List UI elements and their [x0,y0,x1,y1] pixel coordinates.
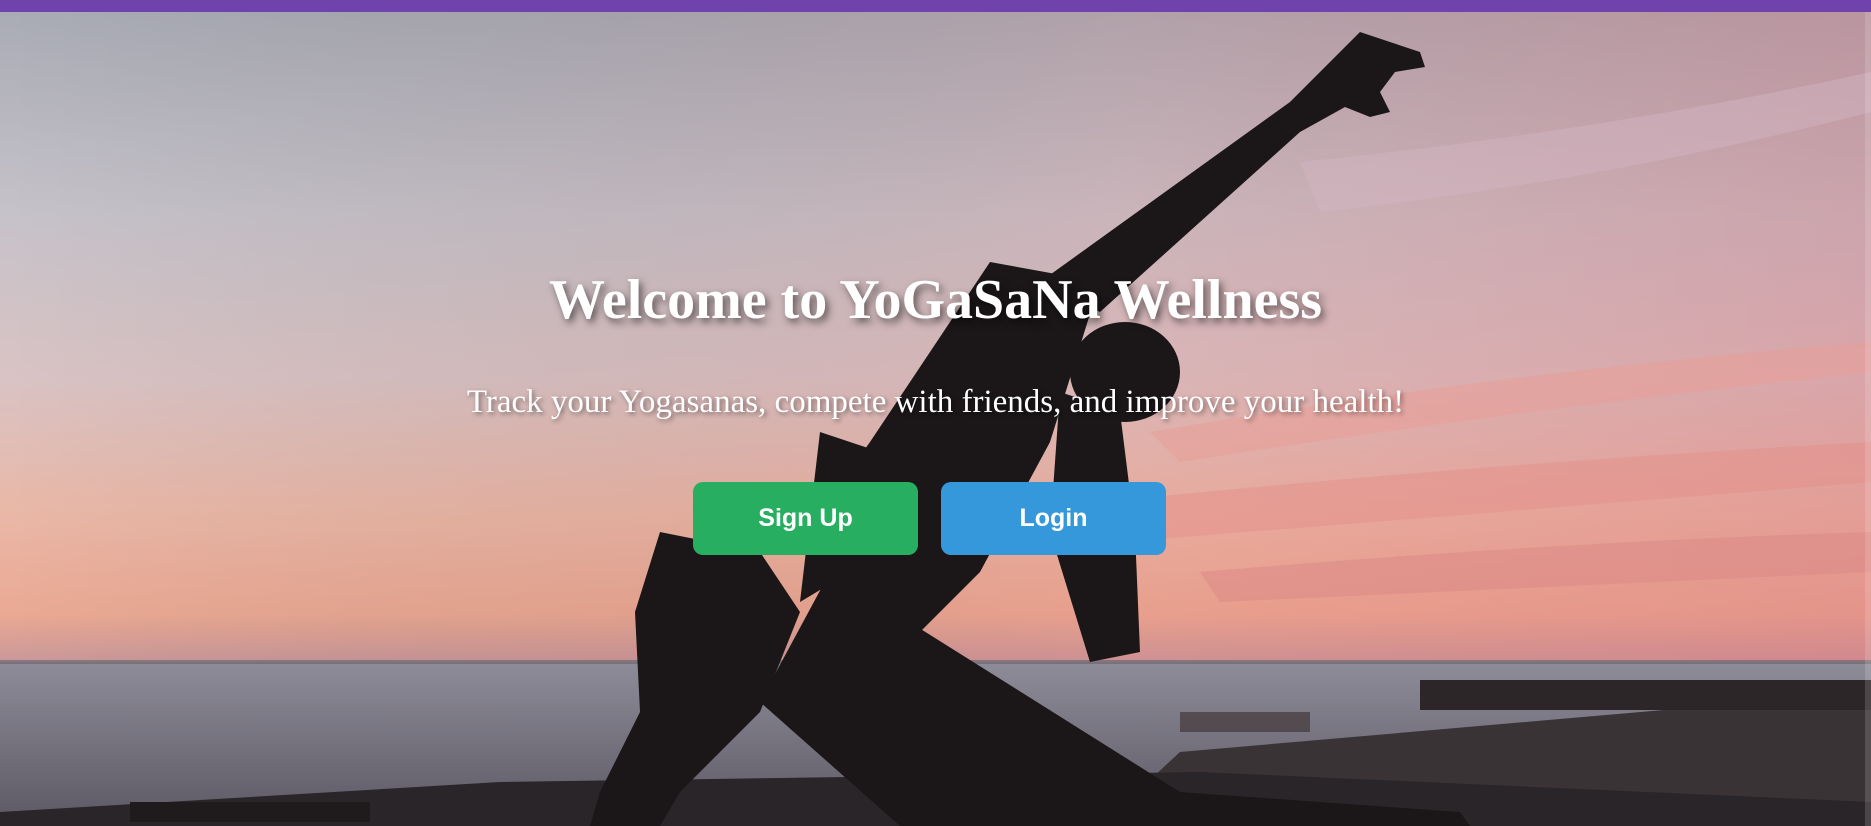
sign-up-button[interactable]: Sign Up [693,482,918,555]
login-button[interactable]: Login [941,482,1166,555]
scrollbar[interactable] [1865,12,1871,826]
hero-section: Welcome to YoGaSaNa Wellness Track your … [0,12,1871,826]
hero-subtitle: Track your Yogasanas, compete with frien… [466,384,1405,420]
hero-content: Welcome to YoGaSaNa Wellness Track your … [0,12,1871,826]
top-accent-bar [0,0,1871,12]
page-title: Welcome to YoGaSaNa Wellness [548,269,1323,331]
